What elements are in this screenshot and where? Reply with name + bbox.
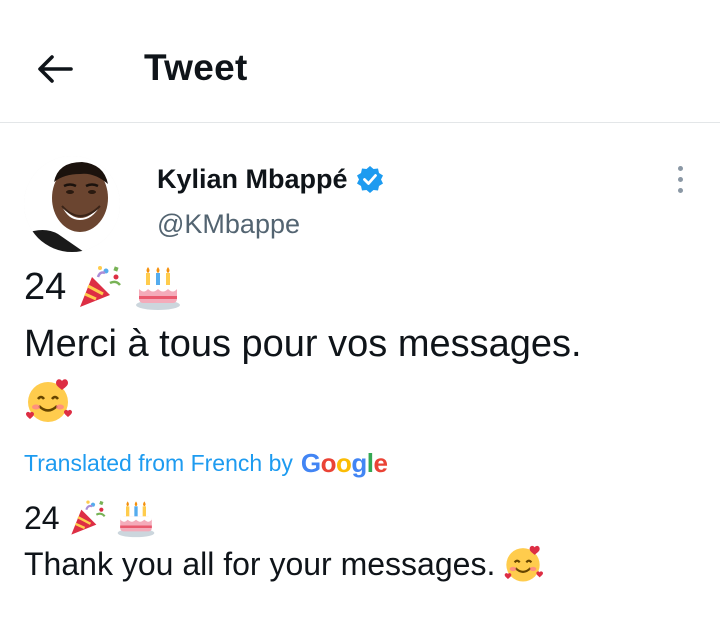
top-bar: Tweet	[0, 0, 720, 123]
translation-label[interactable]: Translated from French by	[24, 448, 293, 478]
smiling-face-with-hearts-emoji	[503, 544, 543, 584]
birthday-cake-emoji	[134, 263, 182, 311]
more-dot	[677, 176, 683, 182]
translated-text: 24 Thank you all for your messages.	[24, 495, 704, 587]
author-name-row[interactable]: Kylian Mbappé	[157, 162, 384, 196]
translation-notice[interactable]: Translated from French by Google	[24, 448, 388, 478]
tweet-body: 24 Merci à tous pour vos messages.	[24, 258, 704, 429]
translated-message: Thank you all for your messages.	[24, 546, 496, 582]
tweet-line-2: Merci à tous pour vos messages.	[24, 315, 704, 372]
author-handle[interactable]: @KMbappe	[157, 207, 300, 241]
page-title: Tweet	[144, 47, 248, 88]
translated-number: 24	[24, 500, 60, 536]
party-popper-emoji	[76, 263, 124, 311]
smiling-face-with-hearts-emoji	[24, 377, 72, 425]
profile-photo	[24, 156, 120, 252]
tweet-line-3	[24, 372, 704, 429]
more-options-button[interactable]	[664, 160, 696, 198]
translated-line-1: 24	[24, 495, 704, 541]
party-popper-emoji	[68, 498, 108, 538]
more-dot	[677, 187, 683, 193]
tweet-message: Merci à tous pour vos messages.	[24, 322, 582, 365]
translated-line-2: Thank you all for your messages.	[24, 541, 704, 587]
tweet-number: 24	[24, 265, 67, 308]
verified-badge-icon	[356, 166, 383, 193]
arrow-left-icon	[38, 55, 73, 83]
birthday-cake-emoji	[116, 498, 156, 538]
more-dot	[677, 165, 683, 171]
tweet-line-1: 24	[24, 258, 704, 315]
google-logo: Google	[300, 448, 388, 478]
avatar[interactable]	[24, 156, 120, 252]
back-button[interactable]	[30, 44, 80, 94]
author-display-name[interactable]: Kylian Mbappé	[157, 162, 348, 196]
